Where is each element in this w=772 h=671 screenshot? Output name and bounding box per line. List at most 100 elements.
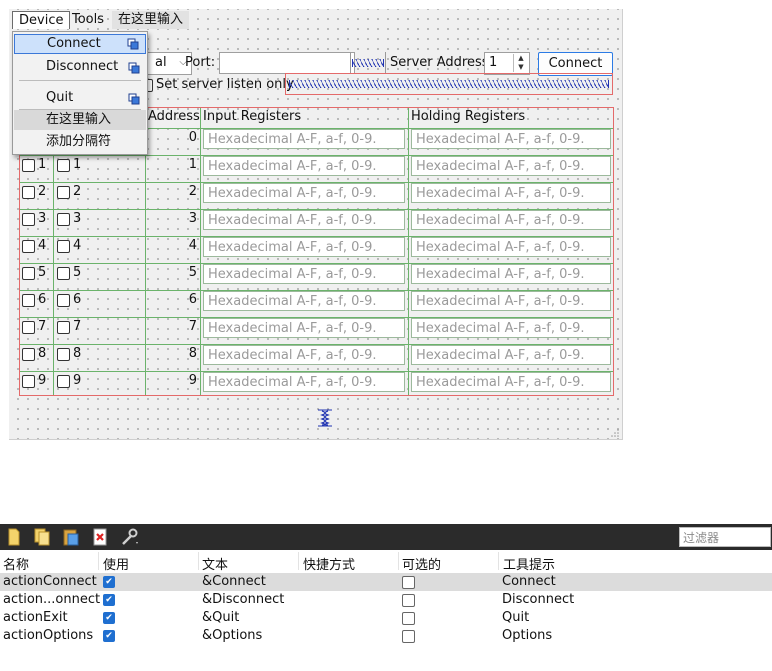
delete-action-icon[interactable]: [90, 527, 110, 547]
holding-register-field[interactable]: Hexadecimal A-F, a-f, 0-9.: [411, 156, 611, 176]
port-input[interactable]: [219, 52, 355, 74]
holding-register-field[interactable]: Hexadecimal A-F, a-f, 0-9.: [411, 264, 611, 284]
coil-checkbox[interactable]: [22, 159, 35, 172]
resize-grip-icon[interactable]: [610, 427, 620, 437]
column-header-tooltip[interactable]: 工具提示: [503, 554, 555, 573]
column-header-used[interactable]: 使用: [103, 554, 129, 573]
configure-icon[interactable]: [119, 527, 139, 547]
discrete-input-checkbox[interactable]: [57, 321, 70, 334]
coil-checkbox[interactable]: [22, 348, 35, 361]
input-register-field[interactable]: Hexadecimal A-F, a-f, 0-9.: [203, 183, 405, 203]
register-address: 3: [188, 211, 197, 226]
input-register-field[interactable]: Hexadecimal A-F, a-f, 0-9.: [203, 237, 405, 257]
holding-register-field[interactable]: Hexadecimal A-F, a-f, 0-9.: [411, 345, 611, 365]
column-separator: [498, 552, 499, 570]
discrete-input-label: 1: [73, 157, 82, 172]
checkable-checkbox[interactable]: [402, 576, 415, 589]
coil-checkbox[interactable]: [22, 375, 35, 388]
spin-arrows-icon[interactable]: ▲ ▼: [513, 54, 528, 72]
holding-register-field[interactable]: Hexadecimal A-F, a-f, 0-9.: [411, 237, 611, 257]
server-address-spinbox[interactable]: 1 ▲ ▼: [484, 52, 530, 75]
holding-register-field[interactable]: Hexadecimal A-F, a-f, 0-9.: [411, 129, 611, 149]
column-separator: [198, 552, 199, 570]
input-register-field[interactable]: Hexadecimal A-F, a-f, 0-9.: [203, 156, 405, 176]
coil-checkbox[interactable]: [22, 294, 35, 307]
holding-register-field[interactable]: Hexadecimal A-F, a-f, 0-9.: [411, 183, 611, 203]
menu-type-here-label: 在这里输入: [46, 112, 112, 127]
register-address: 4: [188, 238, 197, 253]
paste-action-icon[interactable]: [61, 527, 81, 547]
header-holding-registers: Holding Registers: [411, 109, 526, 124]
menu-item-type-here[interactable]: 在这里输入: [14, 110, 146, 130]
coil-label: 3: [38, 211, 47, 226]
discrete-input-checkbox[interactable]: [57, 159, 70, 172]
column-header-name[interactable]: 名称: [3, 554, 29, 573]
used-checkbox[interactable]: ✔: [103, 576, 115, 588]
action-tooltip: Quit: [502, 610, 530, 625]
column-header-shortcut[interactable]: 快捷方式: [303, 554, 355, 573]
copy-action-icon[interactable]: [32, 527, 52, 547]
column-separator: [398, 552, 399, 570]
action-row[interactable]: actionConnect ✔ &Connect Connect: [0, 573, 772, 591]
input-register-field[interactable]: Hexadecimal A-F, a-f, 0-9.: [203, 372, 405, 392]
checkable-checkbox[interactable]: [402, 630, 415, 643]
discrete-input-label: 7: [73, 319, 82, 334]
menu-tools[interactable]: Tools: [66, 11, 110, 29]
menu-device[interactable]: Device: [12, 11, 71, 29]
coil-checkbox[interactable]: [22, 267, 35, 280]
input-register-field[interactable]: Hexadecimal A-F, a-f, 0-9.: [203, 264, 405, 284]
holding-register-field[interactable]: Hexadecimal A-F, a-f, 0-9.: [411, 372, 611, 392]
action-row[interactable]: action...onnect ✔ &Disconnect Disconnect: [0, 591, 772, 609]
menu-item-disconnect[interactable]: Disconnect: [14, 57, 146, 77]
discrete-input-label: 8: [73, 346, 82, 361]
register-address: 2: [188, 184, 197, 199]
action-text: &Quit: [202, 610, 240, 625]
coil-checkbox[interactable]: [22, 240, 35, 253]
menu-item-connect[interactable]: Connect: [14, 34, 146, 54]
column-header-text[interactable]: 文本: [202, 554, 228, 573]
coil-checkbox[interactable]: [22, 213, 35, 226]
new-action-icon[interactable]: [4, 527, 24, 547]
discrete-input-label: 3: [73, 211, 82, 226]
input-register-field[interactable]: Hexadecimal A-F, a-f, 0-9.: [203, 291, 405, 311]
discrete-input-label: 6: [73, 292, 82, 307]
coil-checkbox[interactable]: [22, 186, 35, 199]
discrete-input-checkbox[interactable]: [57, 213, 70, 226]
discrete-input-checkbox[interactable]: [57, 240, 70, 253]
checkable-checkbox[interactable]: [402, 594, 415, 607]
action-name: actionOptions: [3, 628, 94, 643]
coil-label: 1: [38, 157, 47, 172]
input-register-field[interactable]: Hexadecimal A-F, a-f, 0-9.: [203, 345, 405, 365]
menu-item-quit[interactable]: Quit: [14, 88, 146, 108]
menu-item-add-separator[interactable]: 添加分隔符: [14, 132, 146, 152]
coil-checkbox[interactable]: [22, 321, 35, 334]
menu-type-here[interactable]: 在这里输入: [112, 11, 190, 29]
action-editor-toolbar: 过滤器: [0, 524, 772, 550]
used-checkbox[interactable]: ✔: [103, 630, 115, 642]
discrete-input-checkbox[interactable]: [57, 348, 70, 361]
coil-label: 4: [38, 238, 47, 253]
action-row[interactable]: actionOptions ✔ &Options Options: [0, 627, 772, 645]
holding-register-field[interactable]: Hexadecimal A-F, a-f, 0-9.: [411, 291, 611, 311]
used-checkbox[interactable]: ✔: [103, 612, 115, 624]
filter-input[interactable]: 过滤器: [679, 527, 771, 547]
coil-label: 2: [38, 184, 47, 199]
input-register-field[interactable]: Hexadecimal A-F, a-f, 0-9.: [203, 210, 405, 230]
discrete-input-checkbox[interactable]: [57, 294, 70, 307]
discrete-input-checkbox[interactable]: [57, 375, 70, 388]
register-address: 1: [188, 157, 197, 172]
discrete-input-checkbox[interactable]: [57, 267, 70, 280]
grid-line: [408, 108, 409, 395]
column-header-checkable[interactable]: 可选的: [402, 554, 441, 573]
holding-register-field[interactable]: Hexadecimal A-F, a-f, 0-9.: [411, 210, 611, 230]
holding-register-field[interactable]: Hexadecimal A-F, a-f, 0-9.: [411, 318, 611, 338]
checkable-checkbox[interactable]: [402, 612, 415, 625]
used-checkbox[interactable]: ✔: [103, 594, 115, 606]
discrete-input-checkbox[interactable]: [57, 186, 70, 199]
port-label: Port:: [185, 55, 216, 70]
action-row[interactable]: actionExit ✔ &Quit Quit: [0, 609, 772, 627]
register-address: 0: [188, 130, 197, 145]
input-register-field[interactable]: Hexadecimal A-F, a-f, 0-9.: [203, 318, 405, 338]
header-input-registers: Input Registers: [203, 109, 302, 124]
input-register-field[interactable]: Hexadecimal A-F, a-f, 0-9.: [203, 129, 405, 149]
